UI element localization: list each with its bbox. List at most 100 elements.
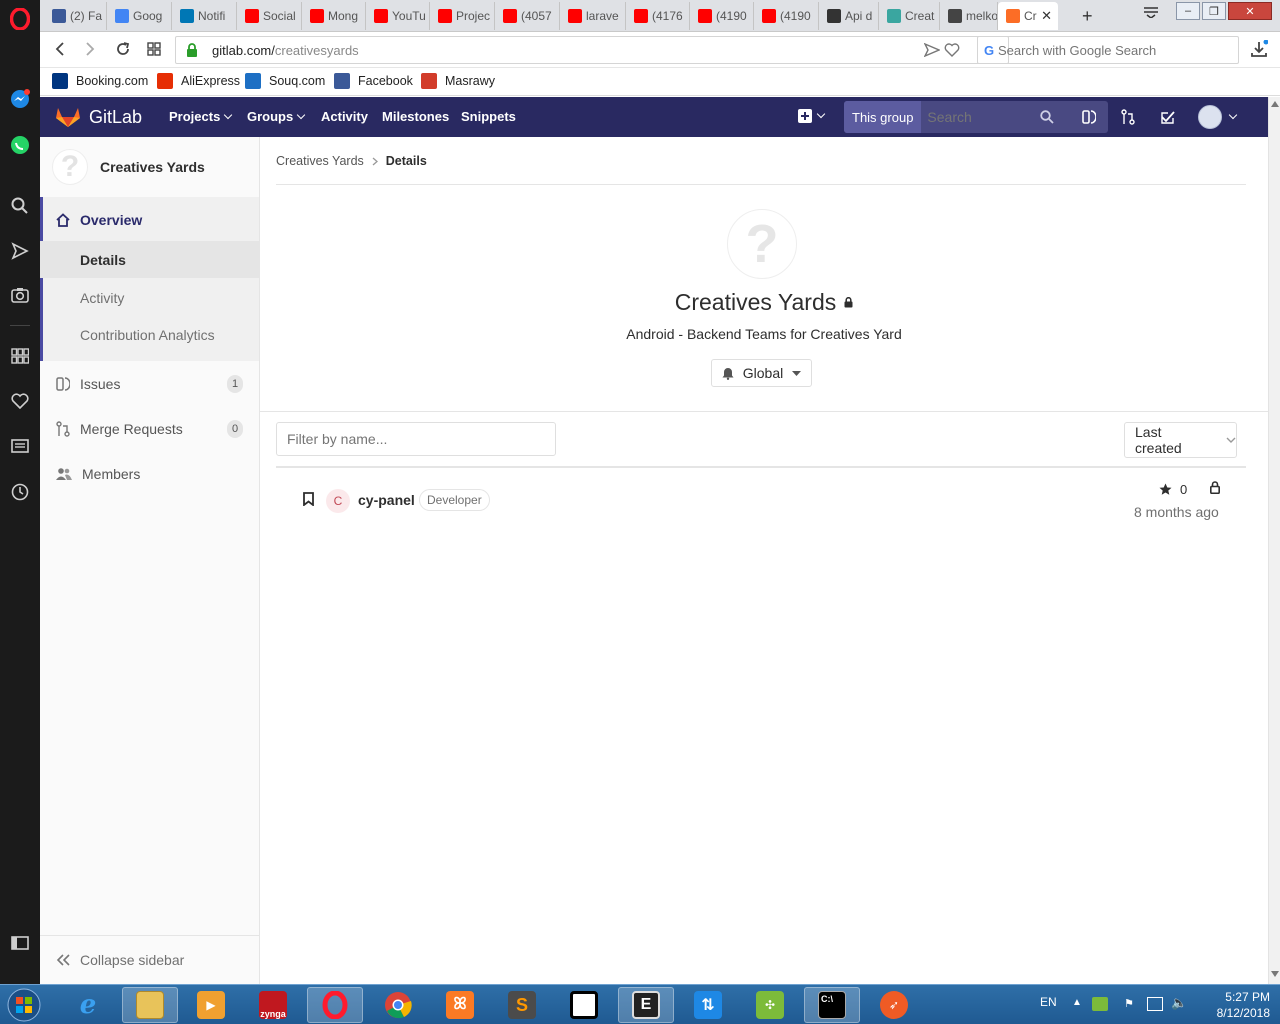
sidebar-item-activity[interactable]: Activity [40, 280, 259, 316]
heart-icon[interactable] [8, 389, 32, 413]
user-menu[interactable] [1198, 105, 1238, 129]
opera-logo-icon[interactable] [8, 7, 32, 31]
minimize-button[interactable]: – [1176, 2, 1200, 20]
sidebar-item-details[interactable]: Details [40, 241, 259, 278]
messenger-icon[interactable] [8, 87, 32, 111]
merge-requests-nav-icon[interactable] [1121, 109, 1135, 128]
bookmark-item[interactable]: AliExpress [157, 73, 240, 89]
browser-tab[interactable]: (4190 [690, 2, 754, 30]
browser-tab[interactable]: larave [560, 2, 626, 30]
nav-projects[interactable]: Projects [169, 109, 233, 124]
nav-milestones[interactable]: Milestones [382, 109, 449, 124]
close-window-button[interactable]: ✕ [1228, 2, 1272, 20]
collapse-sidebar-button[interactable]: Collapse sidebar [40, 947, 259, 973]
close-tab-icon[interactable]: ✕ [1041, 8, 1052, 24]
volume-icon[interactable]: 🔈 [1171, 995, 1187, 1011]
browser-tab[interactable]: Cr ✕ [998, 2, 1058, 30]
sidebar-item-members[interactable]: Members [40, 461, 259, 487]
browser-tab[interactable]: melko [940, 2, 998, 30]
browser-tab[interactable]: (2) Fa [44, 2, 107, 30]
taskbar-filezilla[interactable]: ⇅ [680, 987, 736, 1023]
sort-dropdown[interactable]: Last created [1124, 422, 1237, 458]
breadcrumb-group-link[interactable]: Creatives Yards [276, 154, 364, 168]
action-center-flag-icon[interactable]: ⚑ [1124, 997, 1140, 1011]
bookmark-item[interactable]: Masrawy [421, 73, 495, 89]
project-name-link[interactable]: cy-panel [358, 492, 415, 508]
browser-tab[interactable]: Social [237, 2, 302, 30]
send-page-icon[interactable] [923, 42, 941, 60]
bookmark-item[interactable]: Facebook [334, 73, 413, 89]
show-hidden-icons-icon[interactable]: ▲ [1072, 997, 1082, 1008]
scroll-up-icon[interactable] [1271, 101, 1279, 107]
speed-dial-icon[interactable] [8, 344, 32, 368]
browser-tab[interactable]: YouTu [366, 2, 430, 30]
sidebar-item-overview[interactable]: Overview [40, 207, 259, 233]
tray-app-icon[interactable] [1092, 997, 1108, 1011]
project-row[interactable]: C cy-panel Developer 0 8 months ago [276, 474, 1246, 530]
taskbar-media-player[interactable]: ▶ [183, 987, 239, 1023]
browser-tab[interactable]: (4057 [495, 2, 560, 30]
taskbar-intellij[interactable] [556, 987, 612, 1023]
sidebar-item-contribution-analytics[interactable]: Contribution Analytics [40, 317, 259, 353]
browser-tab[interactable]: Mong [302, 2, 366, 30]
browser-tab[interactable]: (4190 [754, 2, 819, 30]
news-icon[interactable] [8, 434, 32, 458]
notification-dropdown[interactable]: Global [711, 359, 812, 387]
taskbar-editor[interactable]: E [618, 987, 674, 1023]
todos-nav-icon[interactable] [1160, 109, 1176, 128]
maximize-button[interactable]: ❐ [1202, 2, 1226, 20]
new-item-dropdown[interactable] [798, 109, 826, 123]
sidebar-item-merge-requests[interactable]: Merge Requests 0 [40, 416, 259, 442]
back-icon[interactable] [54, 41, 66, 60]
bookmark-item[interactable]: Souq.com [245, 73, 325, 89]
web-search-input[interactable] [998, 41, 1232, 59]
whatsapp-icon[interactable] [8, 133, 32, 157]
gitlab-home-link[interactable]: GitLab [55, 106, 142, 128]
nav-groups[interactable]: Groups [247, 109, 306, 124]
issues-nav-icon[interactable] [1082, 109, 1097, 128]
browser-tab[interactable]: (4176 [626, 2, 690, 30]
sidebar-item-issues[interactable]: Issues 1 [40, 371, 259, 397]
nav-activity[interactable]: Activity [321, 109, 368, 124]
taskbar-chrome[interactable] [370, 987, 426, 1023]
browser-tab[interactable]: Creat [879, 2, 940, 30]
tabs-overview-icon[interactable] [147, 42, 161, 59]
browser-tab[interactable]: Goog [107, 2, 172, 30]
header-search[interactable]: This group [844, 101, 1108, 133]
clock[interactable]: 5:27 PM 8/12/2018 [1190, 989, 1270, 1021]
tab-menu-icon[interactable] [1144, 6, 1158, 21]
bookmark-item[interactable]: Booking.com [52, 73, 148, 89]
browser-tab[interactable]: Notifi [172, 2, 237, 30]
filter-by-name-input[interactable] [276, 422, 556, 456]
sidebar-group-header[interactable]: ? Creatives Yards [52, 149, 205, 185]
input-language[interactable]: EN [1040, 995, 1057, 1009]
taskbar-postman[interactable]: ➶ [866, 987, 922, 1023]
taskbar-sublime-text[interactable]: S [494, 987, 550, 1023]
network-icon[interactable] [1147, 997, 1163, 1011]
web-search-field[interactable]: G [977, 36, 1239, 64]
taskbar-internet-explorer[interactable]: e [60, 987, 116, 1023]
taskbar-zynga[interactable]: zynga [245, 987, 301, 1023]
page-scrollbar[interactable] [1268, 97, 1280, 984]
new-tab-button[interactable]: + [1082, 6, 1093, 27]
browser-tab[interactable]: Projec [430, 2, 495, 30]
downloads-icon[interactable] [1250, 39, 1269, 61]
sidebar-toggle-icon[interactable] [8, 931, 32, 955]
browser-tab[interactable]: Api d [819, 2, 879, 30]
bookmark-heart-icon[interactable] [944, 43, 960, 60]
taskbar-file-explorer[interactable] [122, 987, 178, 1023]
taskbar-xampp[interactable]: ꕤ [432, 987, 488, 1023]
history-icon[interactable] [8, 480, 32, 504]
taskbar-git-tool[interactable]: ✣ [742, 987, 798, 1023]
taskbar-opera[interactable] [307, 987, 363, 1023]
send-icon[interactable] [8, 239, 32, 263]
header-search-input[interactable] [927, 109, 1078, 125]
camera-icon[interactable] [8, 283, 32, 307]
reload-icon[interactable] [115, 41, 131, 60]
nav-snippets[interactable]: Snippets [461, 109, 516, 124]
start-button[interactable] [4, 986, 44, 1024]
forward-icon[interactable] [84, 41, 96, 60]
url-field[interactable]: gitlab.com/creativesyards [175, 36, 1009, 64]
scroll-down-icon[interactable] [1271, 971, 1279, 977]
taskbar-command-prompt[interactable]: C:\ [804, 987, 860, 1023]
